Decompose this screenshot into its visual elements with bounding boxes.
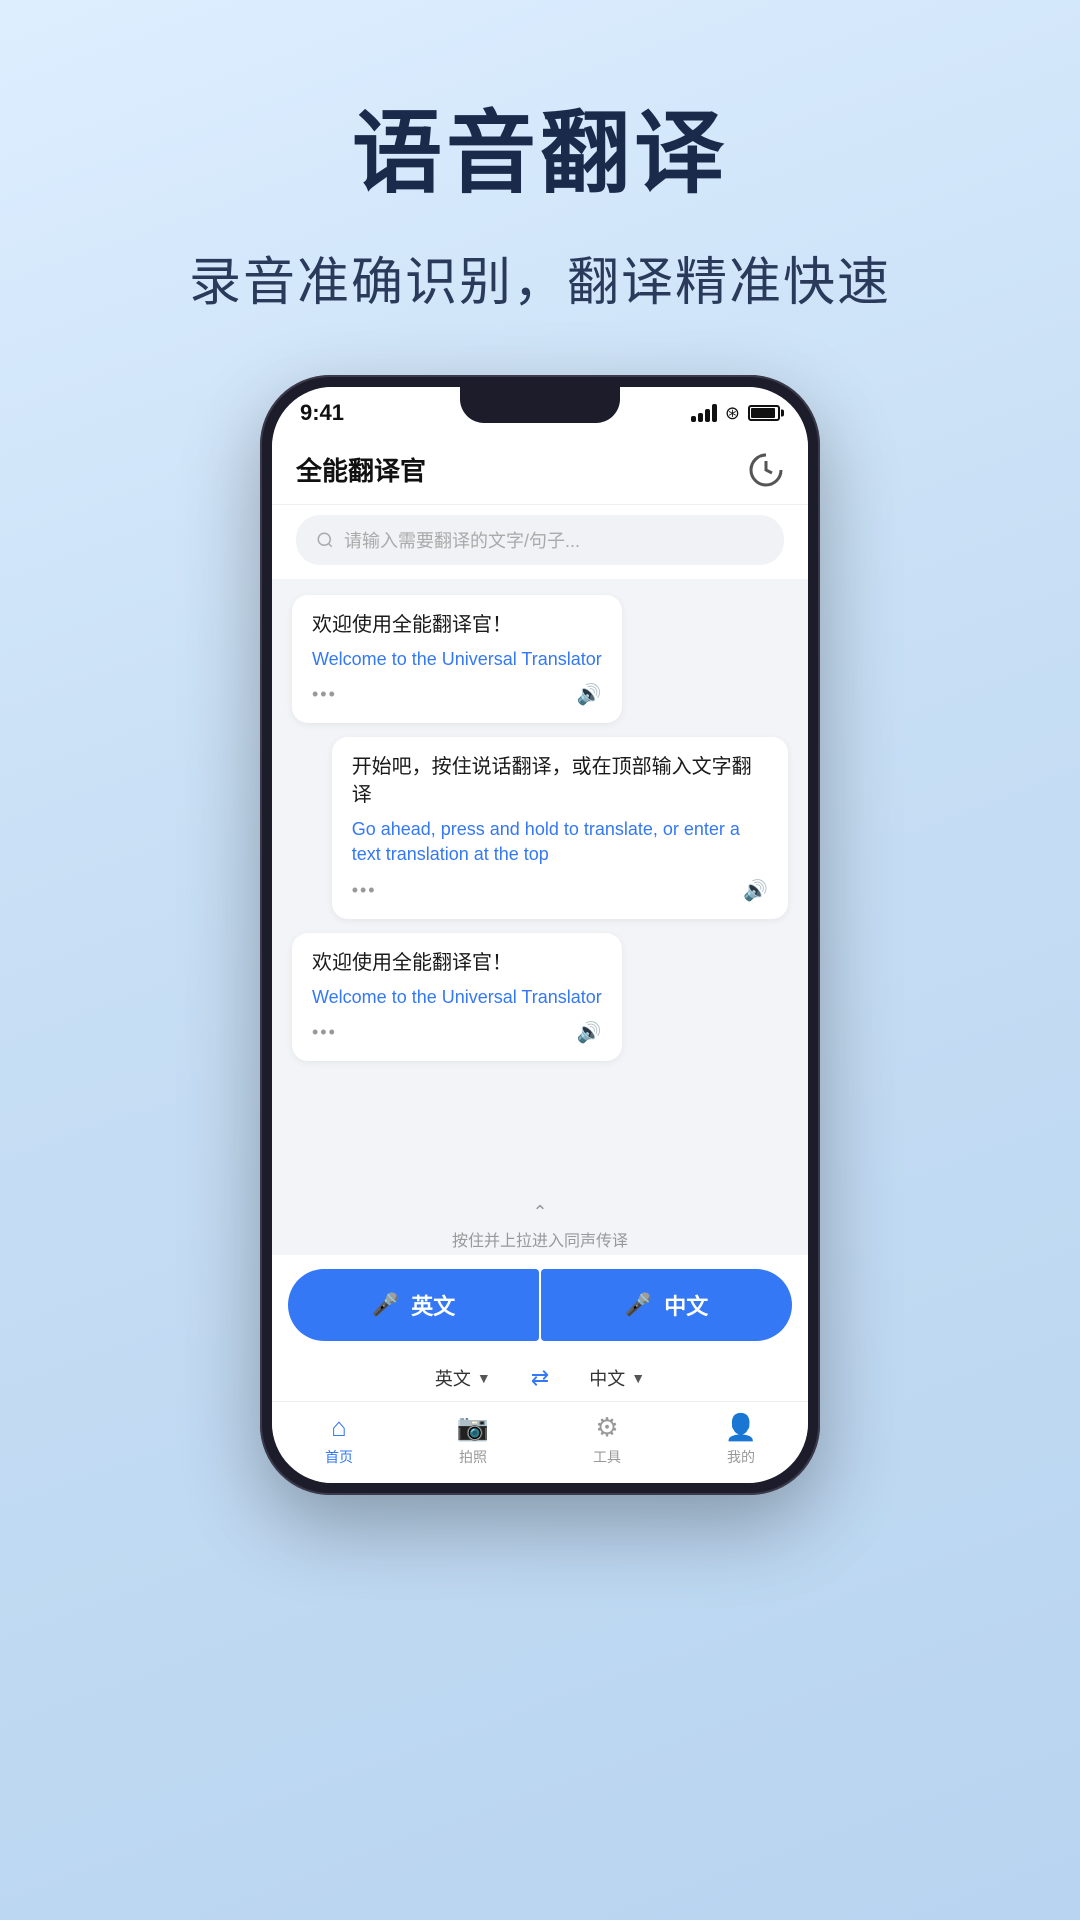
language-bar: 英文 ▼ ⇄ 中文 ▼: [272, 1355, 808, 1401]
status-icons: ⊛: [691, 403, 780, 424]
lang-left[interactable]: 英文 ▼: [435, 1365, 491, 1391]
record-english-button[interactable]: 🎤 英文: [288, 1269, 539, 1341]
bubble-1-footer: ••• 🔊: [312, 682, 602, 707]
camera-icon: 📷: [457, 1412, 489, 1443]
nav-camera[interactable]: 📷 拍照: [406, 1412, 540, 1467]
press-hint-text: 按住并上拉进入同声传译: [452, 1233, 628, 1250]
nav-home[interactable]: ⌂ 首页: [272, 1412, 406, 1467]
record-english-label: 英文: [411, 1289, 455, 1321]
record-chinese-button[interactable]: 🎤 中文: [541, 1269, 792, 1341]
nav-tools-label: 工具: [593, 1447, 621, 1467]
profile-icon: 👤: [725, 1412, 757, 1443]
message-bubble-3: 欢迎使用全能翻译官！ Welcome to the Universal Tran…: [292, 933, 622, 1061]
signal-icon: [691, 404, 717, 422]
chat-area: 欢迎使用全能翻译官！ Welcome to the Universal Tran…: [272, 579, 808, 1194]
nav-home-label: 首页: [325, 1447, 353, 1467]
hero-title: 语音翻译: [352, 80, 728, 210]
phone-mockup: 9:41 ⊛ 全能翻译官: [260, 375, 820, 1495]
lang-right-label: 中文: [589, 1365, 625, 1391]
lang-right[interactable]: 中文 ▼: [589, 1365, 645, 1391]
lang-left-arrow: ▼: [477, 1370, 491, 1386]
search-placeholder: 请输入需要翻译的文字/句子...: [344, 527, 580, 553]
lang-left-label: 英文: [435, 1365, 471, 1391]
bubble-3-dots: •••: [312, 1022, 337, 1043]
mic-left-icon: 🎤: [372, 1292, 399, 1318]
app-title: 全能翻译官: [296, 451, 426, 488]
bubble-2-footer: ••• 🔊: [352, 878, 768, 903]
bubble-3-english: Welcome to the Universal Translator: [312, 985, 602, 1010]
status-time: 9:41: [300, 400, 344, 426]
search-icon: [316, 531, 334, 549]
record-buttons-container: 🎤 英文 🎤 中文: [272, 1255, 808, 1355]
speaker-icon-3[interactable]: 🔊: [577, 1020, 602, 1045]
message-bubble-1: 欢迎使用全能翻译官！ Welcome to the Universal Tran…: [292, 595, 622, 723]
mic-right-icon: 🎤: [625, 1292, 652, 1318]
speaker-icon-2[interactable]: 🔊: [743, 878, 768, 903]
phone-notch: [460, 387, 620, 423]
bubble-1-english: Welcome to the Universal Translator: [312, 647, 602, 672]
search-bar-container: 请输入需要翻译的文字/句子...: [272, 505, 808, 579]
wifi-icon: ⊛: [725, 403, 740, 424]
app-header: 全能翻译官: [272, 439, 808, 505]
bubble-1-dots: •••: [312, 684, 337, 705]
bubble-1-chinese: 欢迎使用全能翻译官！: [312, 611, 602, 639]
press-hint: ⌃ 按住并上拉进入同声传译: [272, 1194, 808, 1255]
nav-camera-label: 拍照: [459, 1447, 487, 1467]
history-icon[interactable]: [748, 452, 784, 488]
home-icon: ⌂: [331, 1412, 347, 1443]
search-input[interactable]: 请输入需要翻译的文字/句子...: [296, 515, 784, 565]
lang-right-arrow: ▼: [631, 1370, 645, 1386]
bubble-3-chinese: 欢迎使用全能翻译官！: [312, 949, 602, 977]
bubble-2-chinese: 开始吧，按住说话翻译，或在顶部输入文字翻译: [352, 753, 768, 809]
swap-icon[interactable]: ⇄: [531, 1365, 549, 1391]
bubble-3-footer: ••• 🔊: [312, 1020, 602, 1045]
nav-profile[interactable]: 👤 我的: [674, 1412, 808, 1467]
phone-screen: 9:41 ⊛ 全能翻译官: [272, 387, 808, 1483]
battery-icon: [748, 405, 780, 421]
record-chinese-label: 中文: [664, 1289, 708, 1321]
nav-profile-label: 我的: [727, 1447, 755, 1467]
bubble-2-dots: •••: [352, 880, 377, 901]
hero-subtitle: 录音准确识别，翻译精准快速: [189, 240, 891, 315]
bubble-2-english: Go ahead, press and hold to translate, o…: [352, 817, 768, 867]
tools-icon: ⚙: [595, 1412, 618, 1443]
bottom-nav: ⌂ 首页 📷 拍照 ⚙ 工具 👤 我的: [272, 1401, 808, 1483]
press-hint-arrow: ⌃: [272, 1202, 808, 1223]
nav-tools[interactable]: ⚙ 工具: [540, 1412, 674, 1467]
message-bubble-2: 开始吧，按住说话翻译，或在顶部输入文字翻译 Go ahead, press an…: [332, 737, 788, 918]
speaker-icon-1[interactable]: 🔊: [577, 682, 602, 707]
